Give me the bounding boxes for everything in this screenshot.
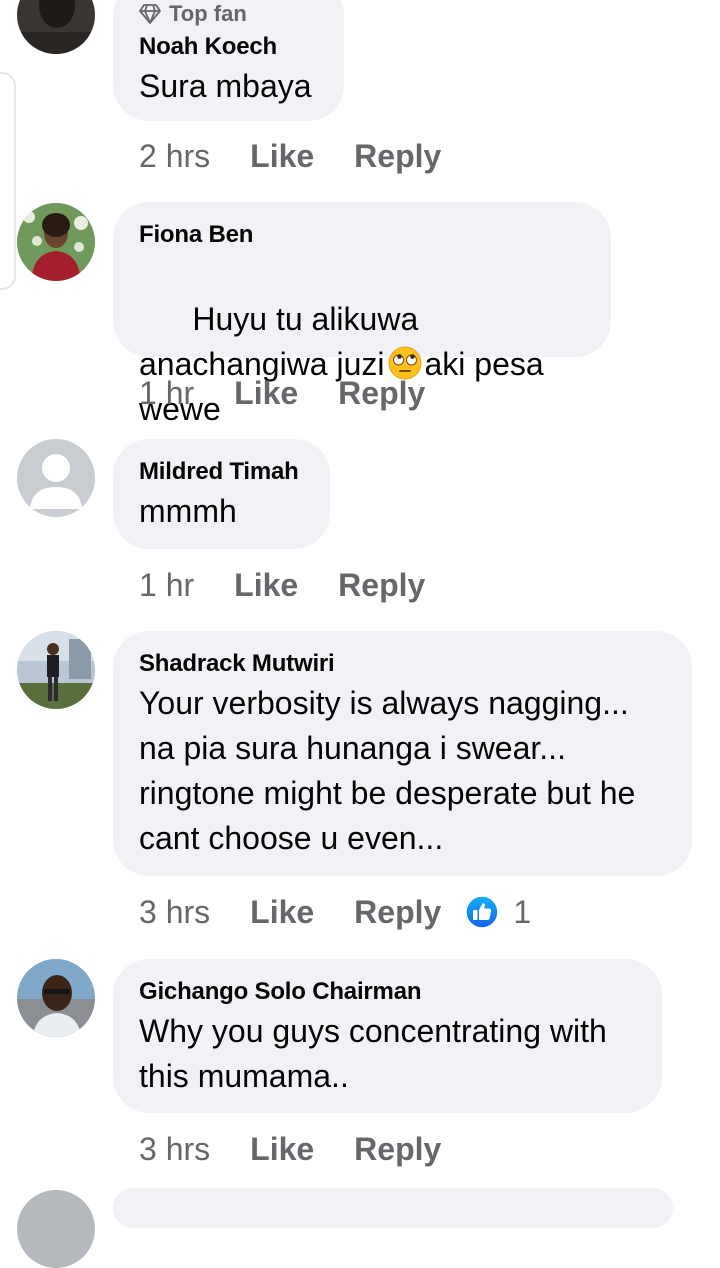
comment-timestamp[interactable]: 1 hr [139, 565, 194, 605]
comment-timestamp[interactable]: 2 hrs [139, 136, 210, 176]
comment-author[interactable]: Shadrack Mutwiri [139, 649, 666, 679]
avatar[interactable] [17, 203, 95, 281]
comment-bubble: Mildred Timah mmmh [113, 439, 330, 549]
avatar[interactable] [17, 0, 95, 54]
reaction-summary[interactable]: 1 [465, 892, 531, 932]
like-button[interactable]: Like [250, 1129, 314, 1169]
avatar[interactable] [17, 959, 95, 1037]
like-button[interactable]: Like [234, 373, 298, 413]
comment-actions: 2 hrs Like Reply [139, 136, 441, 176]
comment-text: mmmh [139, 493, 237, 529]
reply-button[interactable]: Reply [354, 892, 441, 932]
comment-text: Why you guys concentrating with this mum… [139, 1013, 607, 1094]
comment-actions: 3 hrs Like Reply 1 [139, 892, 531, 932]
comment-actions: 1 hr Like Reply [139, 565, 425, 605]
comment-bubble: Gichango Solo Chairman Why you guys conc… [113, 959, 662, 1113]
reply-button[interactable]: Reply [354, 1129, 441, 1169]
default-avatar-icon[interactable] [17, 439, 95, 517]
reply-button[interactable]: Reply [338, 565, 425, 605]
comment-bubble: Fiona Ben Huyu tu alikuwa anachangiwa ju… [113, 202, 611, 427]
avatar[interactable] [17, 631, 95, 709]
reply-button[interactable]: Reply [354, 136, 441, 176]
thumbs-up-reaction-icon [465, 895, 500, 929]
reply-button[interactable]: Reply [338, 373, 425, 413]
like-button[interactable]: Like [250, 136, 314, 176]
top-fan-badge: Top fan [139, 2, 318, 26]
comment-timestamp[interactable]: 1 hr [139, 373, 194, 413]
comment-author[interactable]: Mildred Timah [139, 457, 304, 487]
comment-bubble: Top fan Noah Koech Sura mbaya [113, 0, 344, 121]
badge-label: Top fan [169, 1, 247, 26]
comment-author[interactable]: Gichango Solo Chairman [139, 977, 636, 1007]
reaction-count: 1 [513, 894, 532, 930]
like-button[interactable]: Like [234, 565, 298, 605]
comment-timestamp[interactable]: 3 hrs [139, 1129, 210, 1169]
comment-bubble: Shadrack Mutwiri Your verbosity is alway… [113, 631, 692, 876]
comment-author[interactable]: Noah Koech [139, 32, 318, 62]
comment-actions: 1 hr Like Reply [139, 373, 425, 413]
comment-actions: 3 hrs Like Reply [139, 1129, 441, 1169]
left-edge-card [0, 72, 16, 290]
comment-timestamp[interactable]: 3 hrs [139, 892, 210, 932]
comment-text: Sura mbaya [139, 68, 312, 104]
next-comment-bubble [113, 1188, 673, 1228]
comment-author[interactable]: Fiona Ben [139, 220, 585, 250]
comment-text: Your verbosity is always nagging... na p… [139, 685, 636, 856]
comment-text-part: Huyu tu alikuwa anachangiwa juzi [139, 301, 428, 382]
like-button[interactable]: Like [250, 892, 314, 932]
next-comment-avatar[interactable] [17, 1190, 95, 1268]
diamond-icon [139, 4, 161, 24]
